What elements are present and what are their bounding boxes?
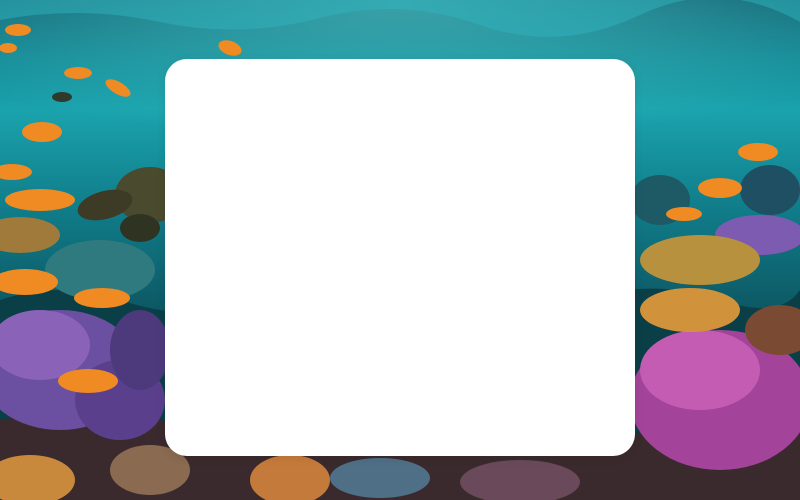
blank-content-card — [165, 59, 635, 456]
background-scene — [0, 0, 800, 500]
